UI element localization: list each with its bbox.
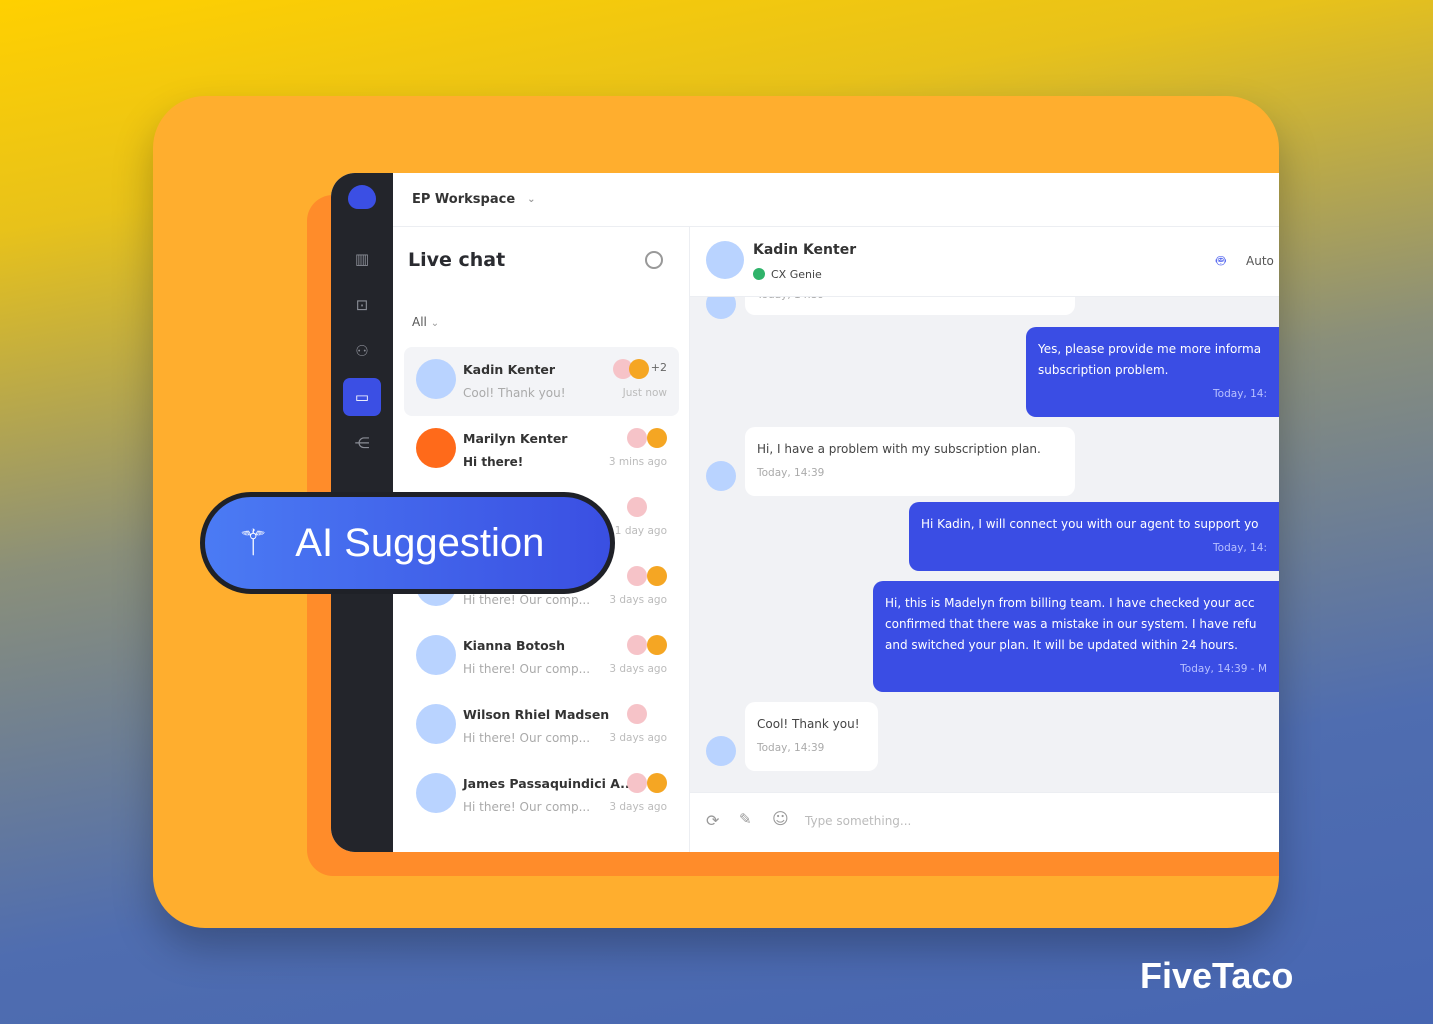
contacts-icon[interactable]: ⚇: [348, 337, 376, 365]
agent-count: +2: [650, 361, 667, 374]
workspace-selector[interactable]: EP Workspace ⌄: [393, 173, 1279, 227]
workspace-name: EP Workspace: [412, 192, 516, 207]
contact-name: Marilyn Kenter: [463, 431, 568, 446]
message-time: Today, 14:: [1213, 388, 1267, 400]
filter-dropdown[interactable]: All ⌄: [412, 315, 439, 329]
conversation-item[interactable]: Marilyn Kenter Hi there! 3 mins ago: [404, 416, 679, 485]
agent-avatar: [627, 497, 647, 517]
message-preview: Hi there! Our comp...: [463, 593, 591, 607]
message-time: Today, 14:39: [757, 742, 825, 754]
conversation-item[interactable]: Kadin Kenter Cool! Thank you! Just now +…: [404, 347, 679, 416]
contact-name: Kianna Botosh: [463, 638, 566, 653]
workflow-icon[interactable]: ⋲: [348, 429, 376, 457]
conversation-item[interactable]: Wilson Rhiel Madsen Hi there! Our comp..…: [404, 692, 679, 761]
agent-avatar: [629, 359, 649, 379]
brand-logo: FiveTaco: [1140, 955, 1294, 996]
agent-avatar: [647, 635, 667, 655]
robot-icon: 🤖︎: [1216, 251, 1226, 270]
message-bubble: Hi, I have a problem with my subscriptio…: [745, 427, 1075, 496]
avatar: [416, 359, 456, 399]
agent-avatar: [627, 704, 647, 724]
message-text: Cool! Thank you!: [757, 717, 860, 731]
chat-panel: Today, 14:39 Yes, please provide me more …: [690, 227, 1279, 852]
timestamp: 1 day ago: [614, 525, 667, 537]
badge-label: AI Suggestion: [295, 520, 545, 565]
message-text: Hi Kadin, I will connect you with our ag…: [921, 517, 1259, 531]
avatar: [416, 773, 456, 813]
avatar: [706, 461, 736, 491]
contact-name: Wilson Rhiel Madsen: [463, 707, 610, 722]
message-time: Today, 14:39 - M: [1180, 663, 1267, 675]
chat-header: Kadin Kenter CX Genie 🤖︎ Auto: [690, 227, 1279, 297]
timestamp: 3 mins ago: [608, 456, 667, 468]
agent-avatar: [647, 773, 667, 793]
live-chat-icon[interactable]: ▭: [343, 378, 381, 416]
agent-avatar: [647, 428, 667, 448]
message-bubble: Yes, please provide me more informa subs…: [1026, 327, 1279, 417]
message-preview: Hi there!: [463, 455, 524, 469]
agent-avatar: [627, 773, 647, 793]
avatar: [416, 428, 456, 468]
message-bubble: Hi Kadin, I will connect you with our ag…: [909, 502, 1279, 571]
agent-avatar: [627, 635, 647, 655]
auto-toggle[interactable]: Auto: [1246, 254, 1274, 268]
chevron-down-icon: ⌄: [527, 194, 536, 205]
message-preview: Hi there! Our comp...: [463, 731, 591, 745]
reports-icon[interactable]: ▥: [348, 245, 376, 273]
avatar: [706, 241, 744, 279]
agent-avatar: [627, 566, 647, 586]
magic-wand-icon: ⚚: [237, 522, 270, 563]
emoji-icon[interactable]: ☺: [772, 809, 789, 828]
message-preview: Hi there! Our comp...: [463, 800, 591, 814]
message-text: Hi, this is Madelyn from billing team. I…: [885, 596, 1257, 652]
contact-name: Kadin Kenter: [463, 362, 556, 377]
timestamp: 3 days ago: [609, 732, 667, 744]
ai-suggestion-badge: ⚚ AI Suggestion: [200, 492, 615, 594]
message-composer: ⟳ ✎ ☺ Type something...: [690, 792, 1279, 852]
app-logo: [348, 185, 376, 209]
message-preview: Cool! Thank you!: [463, 386, 566, 400]
message-text: Yes, please provide me more informa subs…: [1038, 342, 1262, 377]
attach-icon[interactable]: ⟳: [706, 811, 719, 830]
avatar: [706, 736, 736, 766]
agent-avatar: [647, 566, 667, 586]
timestamp: Just now: [622, 387, 667, 399]
contact-name: James Passaquindici A...: [463, 776, 635, 791]
message-time: Today, 14:: [1213, 542, 1267, 554]
search-icon[interactable]: [645, 251, 663, 269]
avatar: [416, 635, 456, 675]
contact-name: Kadin Kenter: [753, 242, 857, 258]
message-text: Hi, I have a problem with my subscriptio…: [757, 442, 1041, 456]
message-bubble: Hi, this is Madelyn from billing team. I…: [873, 581, 1279, 692]
message-bubble: Cool! Thank you! Today, 14:39: [745, 702, 878, 771]
edit-icon[interactable]: ✎: [739, 810, 752, 828]
timestamp: 3 days ago: [609, 663, 667, 675]
conversation-item[interactable]: Kianna Botosh Hi there! Our comp... 3 da…: [404, 623, 679, 692]
message-preview: Hi there! Our comp...: [463, 662, 591, 676]
agent-avatar: [627, 428, 647, 448]
timestamp: 3 days ago: [609, 594, 667, 606]
conversation-item[interactable]: James Passaquindici A... Hi there! Our c…: [404, 761, 679, 830]
timestamp: 3 days ago: [609, 801, 667, 813]
status-label: CX Genie: [771, 268, 822, 281]
status-icon: [753, 268, 765, 280]
page-title: Live chat: [408, 249, 506, 271]
message-input[interactable]: Type something...: [805, 814, 911, 828]
bot-icon[interactable]: ⊡: [348, 291, 376, 319]
avatar: [416, 704, 456, 744]
message-time: Today, 14:39: [757, 467, 825, 479]
